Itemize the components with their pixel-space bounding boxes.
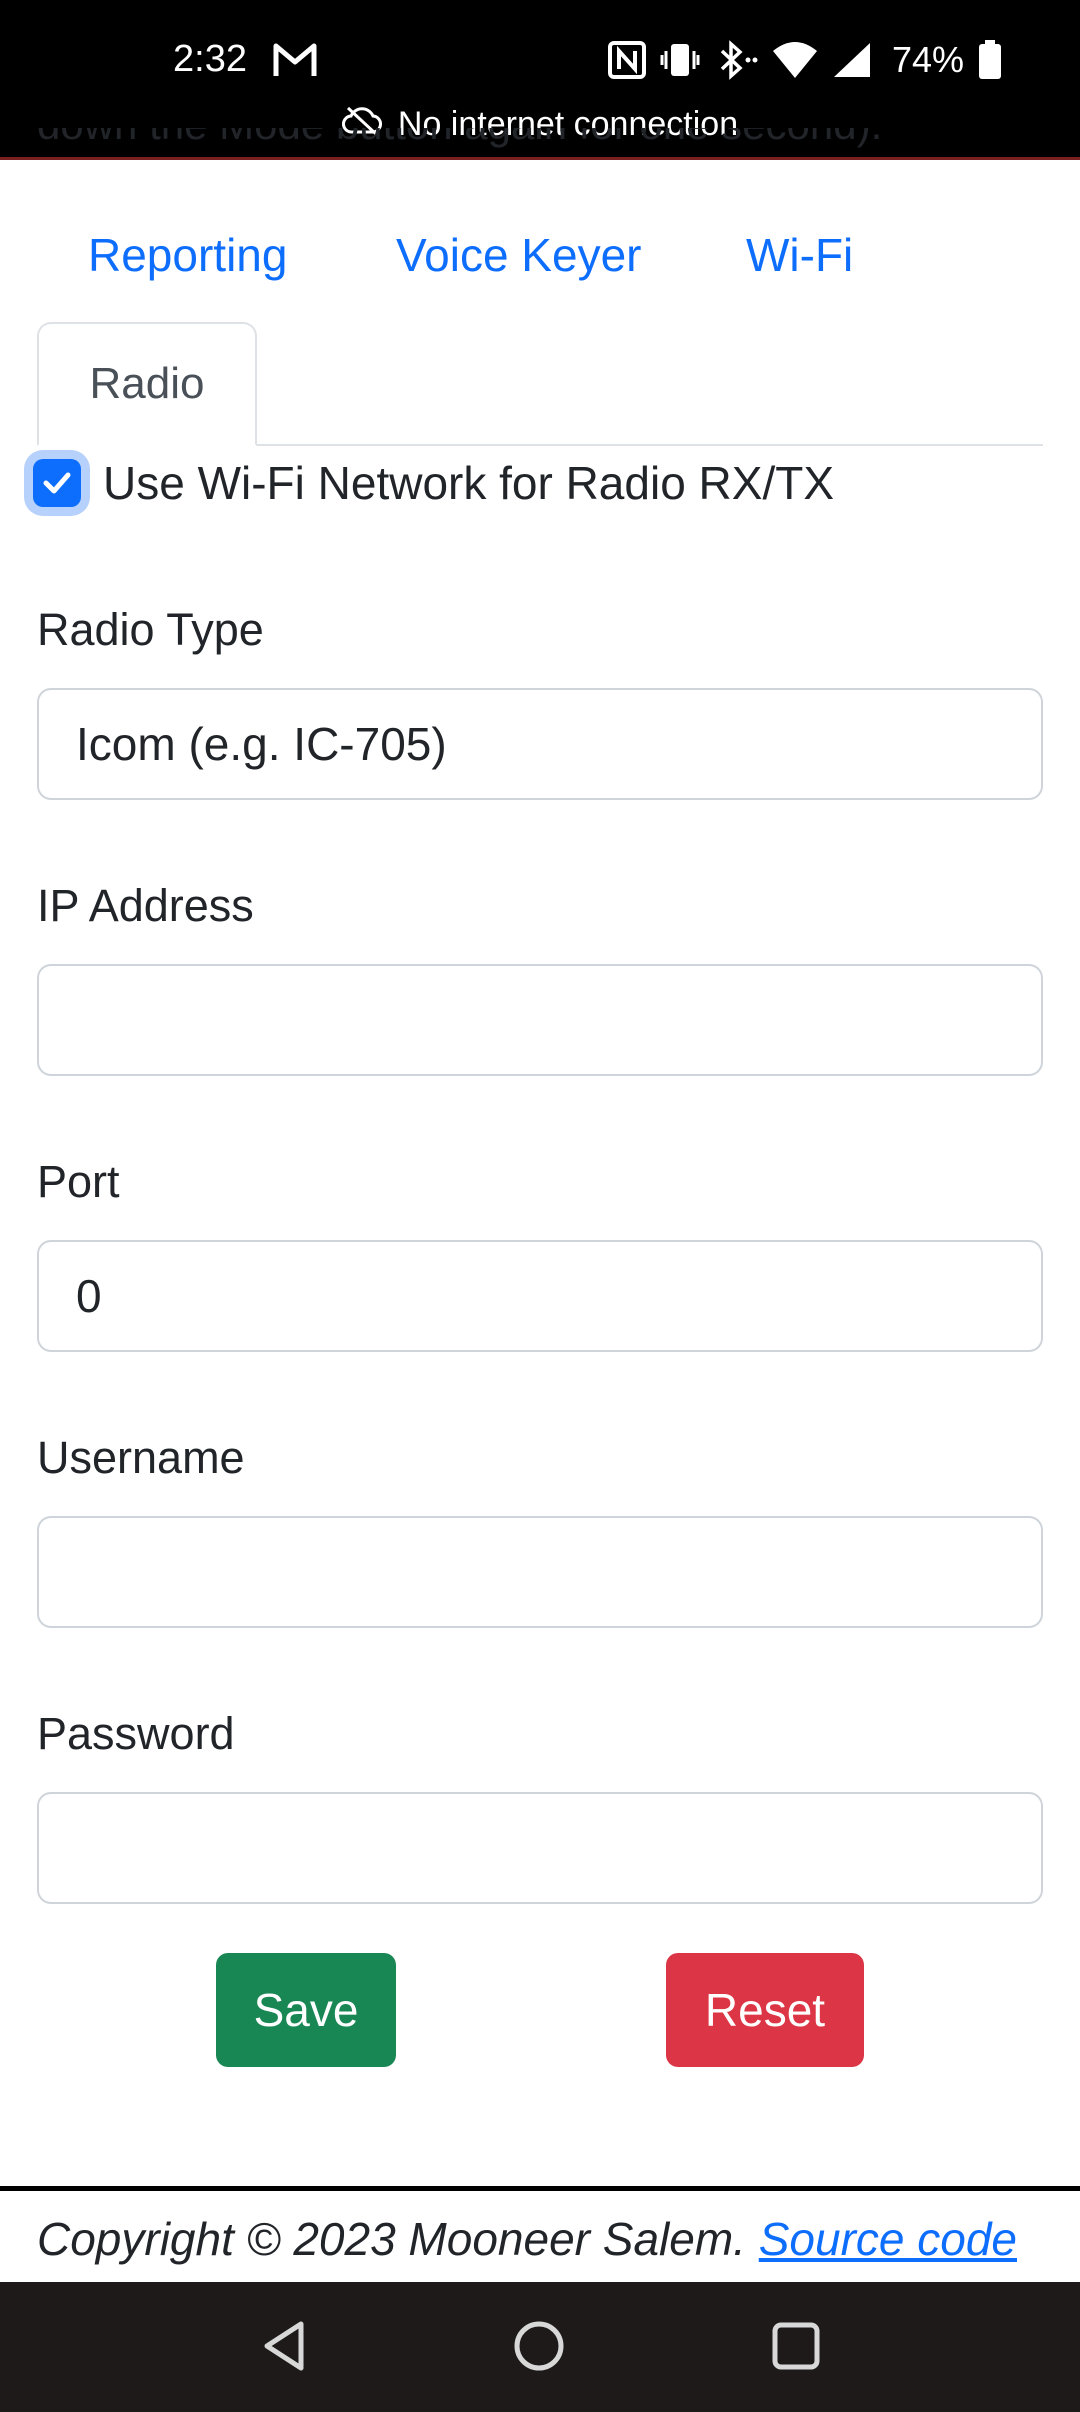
wifi-radio-toggle[interactable]: Use Wi-Fi Network for Radio RX/TX (24, 448, 834, 518)
instructions-text-clipped: down the Mode button again for one secon… (37, 128, 1077, 188)
use-wifi-checkbox[interactable] (33, 459, 81, 507)
use-wifi-label: Use Wi-Fi Network for Radio RX/TX (103, 457, 835, 509)
check-icon (43, 472, 71, 494)
footer-divider (0, 2186, 1080, 2191)
tab-reporting[interactable]: Reporting (88, 222, 287, 288)
tab-voice-keyer[interactable]: Voice Keyer (396, 222, 641, 288)
save-button[interactable]: Save (216, 1953, 396, 2067)
copyright-text: Copyright © 2023 Mooneer Salem. (37, 2213, 746, 2265)
system-nav-bar (0, 2282, 1080, 2412)
port-label: Port (37, 1156, 120, 1207)
radio-type-label: Radio Type (37, 604, 264, 655)
back-icon[interactable] (255, 2316, 315, 2381)
radio-type-select[interactable]: Icom (e.g. IC-705) (37, 688, 1043, 800)
vibrate-icon (660, 41, 700, 79)
ip-address-input[interactable] (37, 964, 1043, 1076)
battery-percent: 74% (891, 39, 964, 80)
status-time: 2:32 (173, 38, 247, 80)
username-input[interactable] (37, 1516, 1043, 1628)
port-input[interactable]: 0 (37, 1240, 1043, 1352)
footer: Copyright © 2023 Mooneer Salem. Source c… (37, 2212, 1017, 2266)
username-label: Username (37, 1432, 245, 1483)
source-code-link[interactable]: Source code (759, 2213, 1017, 2265)
password-input[interactable] (37, 1792, 1043, 1904)
reset-button[interactable]: Reset (666, 1953, 864, 2067)
wifi-icon (772, 41, 818, 79)
bluetooth-icon (714, 40, 758, 80)
settings-nav: Reporting Voice Keyer Wi-Fi (37, 222, 1043, 302)
ip-address-label: IP Address (37, 880, 254, 931)
gmail-icon (272, 40, 322, 80)
battery-icon (978, 40, 1002, 80)
signal-icon (832, 41, 872, 79)
tab-wifi[interactable]: Wi-Fi (746, 222, 853, 288)
nfc-icon (607, 41, 646, 79)
home-icon[interactable] (509, 2316, 569, 2381)
password-label: Password (37, 1708, 235, 1759)
recents-icon[interactable] (766, 2316, 826, 2381)
tab-radio[interactable]: Radio (37, 322, 257, 446)
